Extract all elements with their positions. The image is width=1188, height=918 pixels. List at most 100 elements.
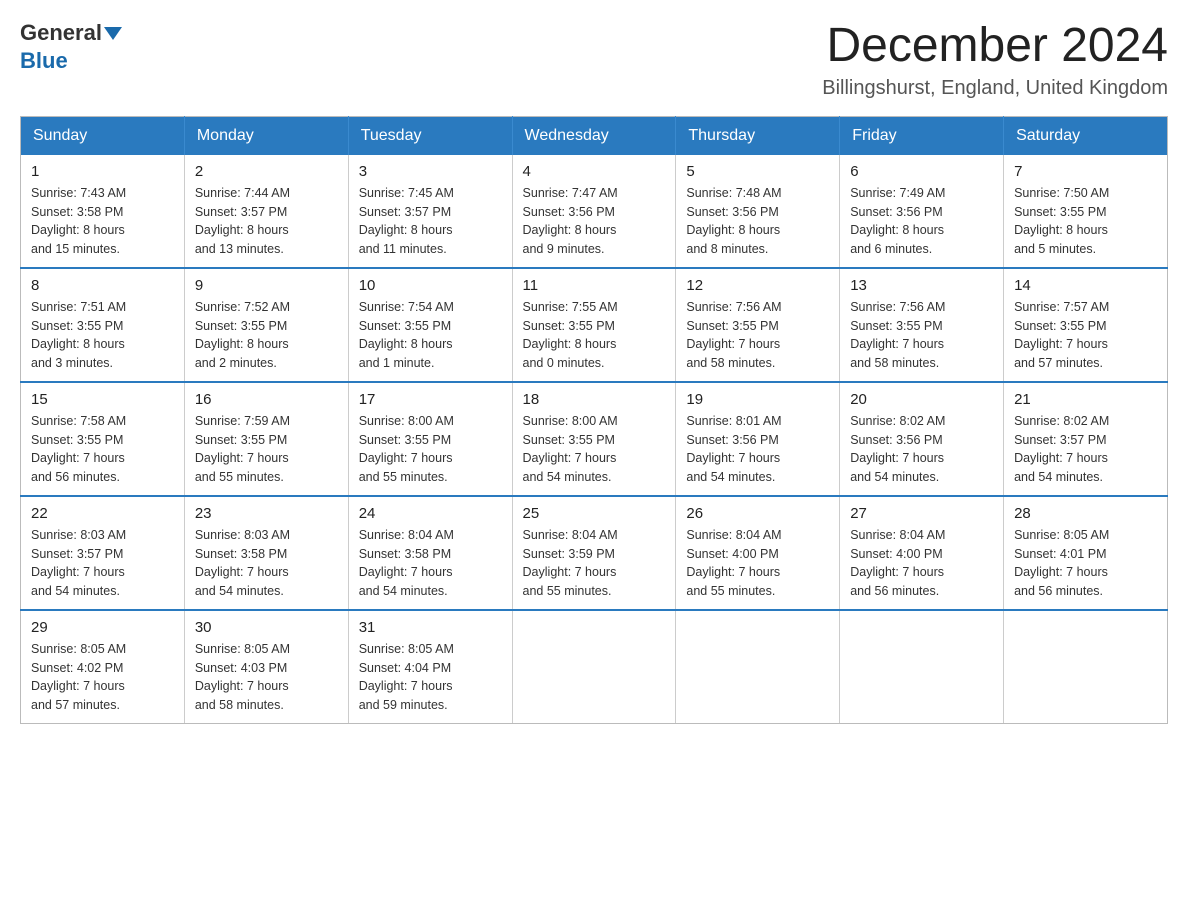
- week-row-4: 22 Sunrise: 8:03 AM Sunset: 3:57 PM Dayli…: [21, 496, 1168, 610]
- calendar-cell: 22 Sunrise: 8:03 AM Sunset: 3:57 PM Dayli…: [21, 496, 185, 610]
- day-number: 26: [686, 505, 829, 522]
- day-number: 22: [31, 505, 174, 522]
- calendar-cell: 29Sunrise: 8:05 AM Sunset: 4:02 PM Dayli…: [21, 610, 185, 724]
- day-info: Sunrise: 8:04 AM Sunset: 3:58 PM Dayligh…: [359, 526, 502, 601]
- title-section: December 2024 Billingshurst, England, Un…: [822, 20, 1168, 100]
- day-number: 12: [686, 277, 829, 294]
- day-info: Sunrise: 7:57 AM Sunset: 3:55 PM Dayligh…: [1014, 298, 1157, 373]
- calendar-cell: 1 Sunrise: 7:43 AM Sunset: 3:58 PM Daylig…: [21, 155, 185, 268]
- day-number: 4: [523, 163, 666, 180]
- header-monday: Monday: [184, 116, 348, 155]
- day-info: Sunrise: 8:04 AM Sunset: 4:00 PM Dayligh…: [686, 526, 829, 601]
- calendar-cell: [676, 610, 840, 724]
- day-number: 6: [850, 163, 993, 180]
- week-row-5: 29Sunrise: 8:05 AM Sunset: 4:02 PM Dayli…: [21, 610, 1168, 724]
- day-number: 1: [31, 163, 174, 180]
- header-wednesday: Wednesday: [512, 116, 676, 155]
- calendar-cell: 9Sunrise: 7:52 AM Sunset: 3:55 PM Daylig…: [184, 268, 348, 382]
- day-info: Sunrise: 8:00 AM Sunset: 3:55 PM Dayligh…: [359, 412, 502, 487]
- calendar-cell: 21Sunrise: 8:02 AM Sunset: 3:57 PM Dayli…: [1004, 382, 1168, 496]
- day-info: Sunrise: 7:58 AM Sunset: 3:55 PM Dayligh…: [31, 412, 174, 487]
- day-number: 19: [686, 391, 829, 408]
- calendar-cell: 8Sunrise: 7:51 AM Sunset: 3:55 PM Daylig…: [21, 268, 185, 382]
- day-info: Sunrise: 7:59 AM Sunset: 3:55 PM Dayligh…: [195, 412, 338, 487]
- day-number: 27: [850, 505, 993, 522]
- day-number: 18: [523, 391, 666, 408]
- logo-text: General: [20, 20, 123, 46]
- calendar-cell: 6 Sunrise: 7:49 AM Sunset: 3:56 PM Daylig…: [840, 155, 1004, 268]
- calendar-cell: 12Sunrise: 7:56 AM Sunset: 3:55 PM Dayli…: [676, 268, 840, 382]
- day-info: Sunrise: 8:03 AM Sunset: 3:58 PM Dayligh…: [195, 526, 338, 601]
- day-number: 10: [359, 277, 502, 294]
- calendar-cell: 19 Sunrise: 8:01 AM Sunset: 3:56 PM Dayli…: [676, 382, 840, 496]
- calendar-cell: 31 Sunrise: 8:05 AM Sunset: 4:04 PM Dayli…: [348, 610, 512, 724]
- day-info: Sunrise: 7:44 AM Sunset: 3:57 PM Dayligh…: [195, 184, 338, 259]
- day-info: Sunrise: 7:47 AM Sunset: 3:56 PM Dayligh…: [523, 184, 666, 259]
- location: Billingshurst, England, United Kingdom: [822, 77, 1168, 100]
- day-number: 28: [1014, 505, 1157, 522]
- calendar-cell: 18Sunrise: 8:00 AM Sunset: 3:55 PM Dayli…: [512, 382, 676, 496]
- day-number: 3: [359, 163, 502, 180]
- header-sunday: Sunday: [21, 116, 185, 155]
- day-number: 11: [523, 277, 666, 294]
- week-row-1: 1 Sunrise: 7:43 AM Sunset: 3:58 PM Daylig…: [21, 155, 1168, 268]
- day-info: Sunrise: 8:05 AM Sunset: 4:03 PM Dayligh…: [195, 640, 338, 715]
- calendar-cell: 28 Sunrise: 8:05 AM Sunset: 4:01 PM Dayli…: [1004, 496, 1168, 610]
- day-info: Sunrise: 7:50 AM Sunset: 3:55 PM Dayligh…: [1014, 184, 1157, 259]
- day-info: Sunrise: 8:04 AM Sunset: 4:00 PM Dayligh…: [850, 526, 993, 601]
- day-info: Sunrise: 8:01 AM Sunset: 3:56 PM Dayligh…: [686, 412, 829, 487]
- calendar-cell: [512, 610, 676, 724]
- day-number: 13: [850, 277, 993, 294]
- calendar-cell: 15Sunrise: 7:58 AM Sunset: 3:55 PM Dayli…: [21, 382, 185, 496]
- calendar-cell: [1004, 610, 1168, 724]
- month-title: December 2024: [822, 20, 1168, 73]
- day-info: Sunrise: 7:45 AM Sunset: 3:57 PM Dayligh…: [359, 184, 502, 259]
- day-number: 8: [31, 277, 174, 294]
- calendar-cell: 5 Sunrise: 7:48 AM Sunset: 3:56 PM Daylig…: [676, 155, 840, 268]
- header-friday: Friday: [840, 116, 1004, 155]
- day-number: 31: [359, 619, 502, 636]
- logo: General Blue: [20, 20, 123, 74]
- day-info: Sunrise: 7:43 AM Sunset: 3:58 PM Dayligh…: [31, 184, 174, 259]
- day-number: 9: [195, 277, 338, 294]
- calendar-header-row: SundayMondayTuesdayWednesdayThursdayFrid…: [21, 116, 1168, 155]
- day-number: 7: [1014, 163, 1157, 180]
- calendar-cell: [840, 610, 1004, 724]
- day-info: Sunrise: 8:02 AM Sunset: 3:56 PM Dayligh…: [850, 412, 993, 487]
- calendar-cell: 20Sunrise: 8:02 AM Sunset: 3:56 PM Dayli…: [840, 382, 1004, 496]
- calendar-cell: 11 Sunrise: 7:55 AM Sunset: 3:55 PM Dayli…: [512, 268, 676, 382]
- header-thursday: Thursday: [676, 116, 840, 155]
- day-number: 25: [523, 505, 666, 522]
- day-info: Sunrise: 7:54 AM Sunset: 3:55 PM Dayligh…: [359, 298, 502, 373]
- calendar-cell: 25 Sunrise: 8:04 AM Sunset: 3:59 PM Dayli…: [512, 496, 676, 610]
- logo-blue: Blue: [20, 48, 68, 73]
- calendar-cell: 17 Sunrise: 8:00 AM Sunset: 3:55 PM Dayli…: [348, 382, 512, 496]
- day-info: Sunrise: 7:56 AM Sunset: 3:55 PM Dayligh…: [850, 298, 993, 373]
- day-number: 30: [195, 619, 338, 636]
- logo-general: General: [20, 20, 102, 46]
- calendar-cell: 26 Sunrise: 8:04 AM Sunset: 4:00 PM Dayli…: [676, 496, 840, 610]
- calendar-cell: 7 Sunrise: 7:50 AM Sunset: 3:55 PM Daylig…: [1004, 155, 1168, 268]
- calendar-cell: 27 Sunrise: 8:04 AM Sunset: 4:00 PM Dayli…: [840, 496, 1004, 610]
- day-info: Sunrise: 7:48 AM Sunset: 3:56 PM Dayligh…: [686, 184, 829, 259]
- day-info: Sunrise: 7:49 AM Sunset: 3:56 PM Dayligh…: [850, 184, 993, 259]
- day-info: Sunrise: 8:05 AM Sunset: 4:04 PM Dayligh…: [359, 640, 502, 715]
- day-number: 2: [195, 163, 338, 180]
- day-number: 5: [686, 163, 829, 180]
- day-number: 17: [359, 391, 502, 408]
- calendar-cell: 13 Sunrise: 7:56 AM Sunset: 3:55 PM Dayli…: [840, 268, 1004, 382]
- day-number: 21: [1014, 391, 1157, 408]
- day-info: Sunrise: 7:55 AM Sunset: 3:55 PM Dayligh…: [523, 298, 666, 373]
- day-info: Sunrise: 8:05 AM Sunset: 4:02 PM Dayligh…: [31, 640, 174, 715]
- day-info: Sunrise: 8:03 AM Sunset: 3:57 PM Dayligh…: [31, 526, 174, 601]
- week-row-2: 8Sunrise: 7:51 AM Sunset: 3:55 PM Daylig…: [21, 268, 1168, 382]
- day-info: Sunrise: 8:04 AM Sunset: 3:59 PM Dayligh…: [523, 526, 666, 601]
- day-number: 14: [1014, 277, 1157, 294]
- header-tuesday: Tuesday: [348, 116, 512, 155]
- page-header: General Blue December 2024 Billingshurst…: [20, 20, 1168, 100]
- logo-triangle-icon: [104, 27, 122, 40]
- day-info: Sunrise: 8:05 AM Sunset: 4:01 PM Dayligh…: [1014, 526, 1157, 601]
- calendar-table: SundayMondayTuesdayWednesdayThursdayFrid…: [20, 116, 1168, 724]
- calendar-cell: 30 Sunrise: 8:05 AM Sunset: 4:03 PM Dayli…: [184, 610, 348, 724]
- header-saturday: Saturday: [1004, 116, 1168, 155]
